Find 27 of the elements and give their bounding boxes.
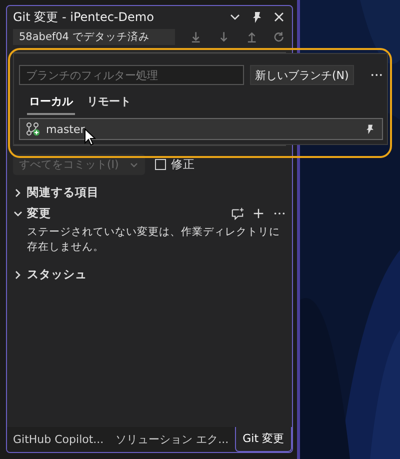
amend-label: 修正 [170, 157, 195, 172]
section-header[interactable]: 関連する項目 [27, 185, 286, 200]
panel-title: Git 変更 - iPentec-Demo [13, 8, 155, 26]
chevron-right-icon[interactable] [13, 188, 23, 198]
status-message: ステージされていない変更は、作業ディレクトリに存在しません。 [26, 225, 281, 256]
chevron-right-icon[interactable] [13, 270, 23, 280]
branch-item[interactable]: master [19, 118, 383, 140]
branch-filter-field[interactable]: ブランチのフィルター処理 [19, 65, 244, 85]
new-branch-button[interactable]: 新しいブランチ(N) [250, 65, 354, 85]
chevron-down-icon[interactable] [13, 208, 23, 218]
pin-icon[interactable] [364, 123, 376, 135]
branch-name: master [46, 122, 86, 136]
branch-dropdown[interactable]: 58abef04 でデタッチ済み [13, 29, 176, 45]
comment-sparkle-icon[interactable] [231, 207, 244, 220]
sync-icon[interactable] [272, 30, 286, 44]
section-header[interactable]: 変更 [27, 206, 223, 221]
branch-tab[interactable]: リモート [85, 91, 133, 115]
branch-icon [26, 122, 40, 136]
section-header[interactable]: スタッシュ [27, 267, 286, 282]
close-icon[interactable] [272, 10, 286, 24]
amend-checkbox[interactable] [154, 159, 166, 170]
panel-tab[interactable]: GitHub Copilot... [7, 427, 110, 452]
panel-tab[interactable]: Git 変更 [234, 427, 292, 452]
plus-icon[interactable] [252, 207, 265, 220]
branch-tab[interactable]: ローカル [27, 91, 75, 115]
mouse-cursor-icon [84, 128, 96, 146]
panel-tab[interactable]: ソリューション エク... [110, 427, 235, 452]
